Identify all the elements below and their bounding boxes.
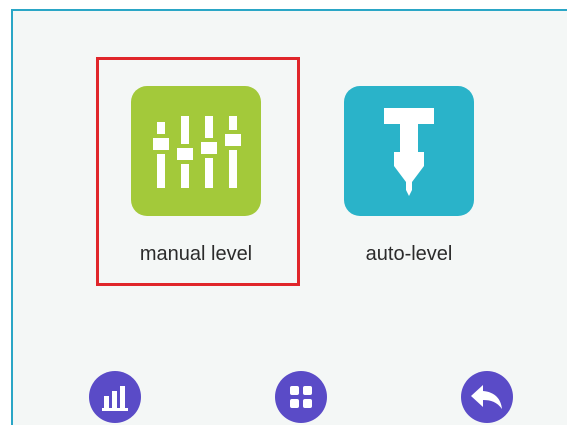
menu-button[interactable] bbox=[275, 371, 327, 423]
bar-chart-icon bbox=[102, 386, 128, 411]
back-arrow-icon bbox=[471, 385, 502, 409]
nozzle-probe-icon bbox=[384, 108, 434, 196]
printer-screen: manual level auto-level bbox=[11, 9, 567, 425]
selection-highlight bbox=[96, 57, 300, 286]
back-button[interactable] bbox=[461, 371, 513, 423]
grid-icon bbox=[290, 386, 312, 408]
auto-level-button[interactable] bbox=[344, 86, 474, 216]
auto-level-label: auto-level bbox=[365, 243, 453, 265]
stats-button[interactable] bbox=[89, 371, 141, 423]
